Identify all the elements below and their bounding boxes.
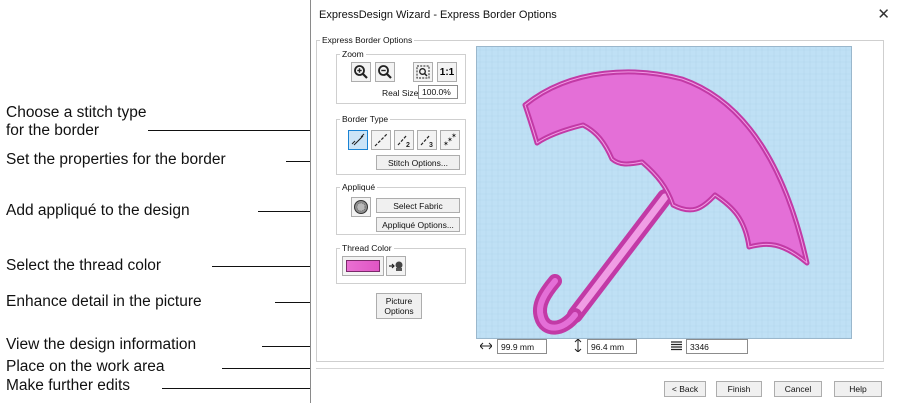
bottom-separator — [316, 368, 884, 369]
zoom-to-fit-button[interactable] — [413, 62, 433, 82]
dialog-titlebar: ExpressDesign Wizard - Express Border Op… — [311, 0, 898, 28]
motif-stitch-icon: ✶ ✶ ✶ — [443, 132, 457, 148]
umbrella-design-image — [477, 47, 851, 338]
callout-thread: Select the thread color — [6, 257, 162, 274]
triple-running-stitch-button[interactable]: 3 — [417, 130, 437, 150]
border-type-label: Border Type — [340, 114, 391, 124]
callout-stitch-type-leader — [148, 130, 324, 131]
zoom-fit-icon — [416, 65, 430, 79]
thread-color-label: Thread Color — [340, 243, 394, 253]
double-stitch-icon: 2 — [397, 134, 410, 148]
callout-place: Place on the work area — [6, 358, 165, 375]
applique-toggle-button[interactable] — [351, 197, 371, 217]
callout-stitch-type-line2: for the border — [6, 122, 100, 139]
running-stitch-icon — [374, 133, 388, 147]
stitch-count-field: 3346 — [686, 339, 748, 354]
width-arrow-icon — [480, 342, 492, 350]
dialog-title: ExpressDesign Wizard - Express Border Op… — [319, 9, 557, 21]
applique-label: Appliqué — [340, 182, 378, 192]
zoom-label: Zoom — [340, 49, 366, 59]
triple-stitch-icon: 3 — [420, 134, 433, 148]
height-arrow-icon — [574, 339, 582, 352]
svg-text:✶: ✶ — [451, 132, 457, 140]
zoom-out-button[interactable] — [375, 62, 395, 82]
zoom-out-icon — [378, 65, 392, 79]
cancel-button[interactable]: Cancel — [774, 381, 822, 397]
motif-stitch-button[interactable]: ✶ ✶ ✶ — [440, 130, 460, 150]
express-border-options-label: Express Border Options — [320, 35, 415, 45]
help-button[interactable]: Help — [834, 381, 882, 397]
width-field: 99.9 mm — [497, 339, 547, 354]
thread-color-swatch — [346, 260, 380, 272]
close-icon[interactable]: ✕ — [877, 5, 890, 23]
picture-options-button[interactable]: Picture Options — [376, 293, 422, 319]
back-button[interactable]: < Back — [664, 381, 706, 397]
double-running-stitch-button[interactable]: 2 — [394, 130, 414, 150]
applique-options-button[interactable]: Appliqué Options... — [376, 217, 460, 232]
thread-color-swatch-button[interactable] — [342, 256, 384, 276]
select-fabric-button[interactable]: Select Fabric — [376, 198, 460, 213]
running-stitch-button[interactable] — [371, 130, 391, 150]
callout-applique: Add appliqué to the design — [6, 202, 190, 219]
thread-color-picker-button[interactable] — [386, 256, 406, 276]
thread-spool-icon — [389, 261, 403, 271]
callout-edits: Make further edits — [6, 377, 131, 394]
real-size-field[interactable]: 100.0% — [418, 85, 458, 99]
design-preview — [476, 46, 852, 339]
callout-enhance: Enhance detail in the picture — [6, 293, 202, 310]
stitch-options-button[interactable]: Stitch Options... — [376, 155, 460, 170]
zoom-1to1-button[interactable]: 1:1 — [437, 62, 457, 82]
finish-button[interactable]: Finish — [716, 381, 762, 397]
picture-options-label: Picture Options — [384, 296, 414, 316]
callout-info: View the design information — [6, 336, 197, 353]
svg-text:2: 2 — [406, 142, 410, 148]
stitch-count-icon — [671, 341, 682, 351]
zoom-in-icon — [354, 65, 368, 79]
svg-text:3: 3 — [429, 142, 433, 148]
satin-border-button[interactable] — [348, 130, 368, 150]
callout-stitch-type-line1: Choose a stitch type — [6, 104, 147, 121]
zoom-in-button[interactable] — [351, 62, 371, 82]
satin-stitch-icon — [351, 133, 365, 146]
applique-icon — [354, 200, 368, 214]
callout-properties: Set the properties for the border — [6, 151, 226, 168]
real-size-label: Real Size — [382, 88, 419, 98]
height-field: 96.4 mm — [587, 339, 637, 354]
